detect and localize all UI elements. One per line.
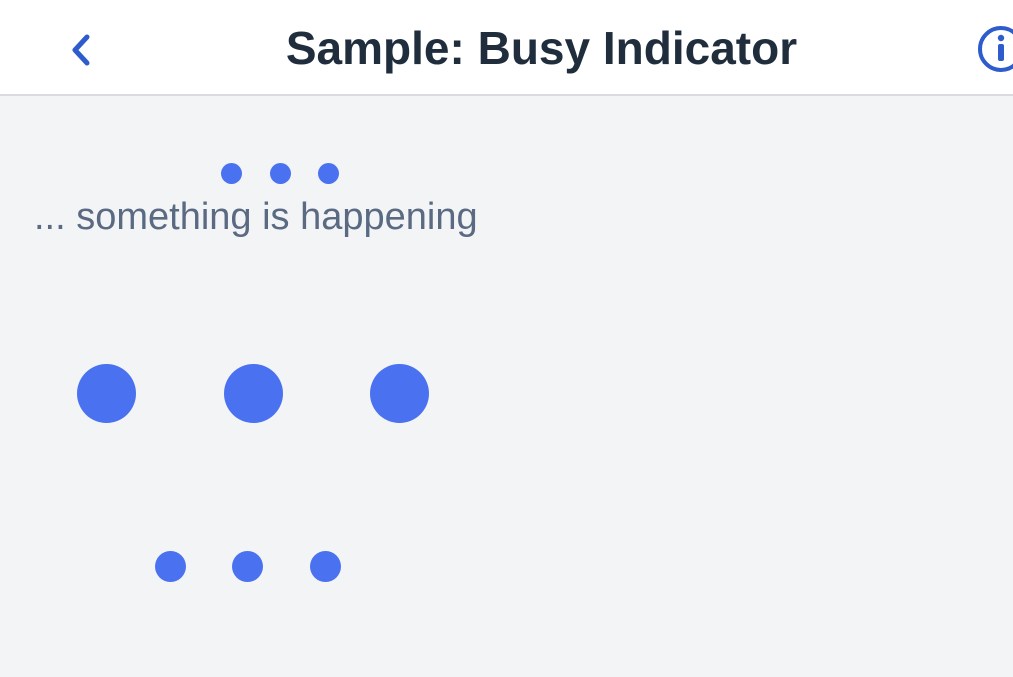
info-button[interactable]: [976, 24, 1013, 74]
page-title: Sample: Busy Indicator: [285, 22, 798, 74]
busy-dot: [318, 163, 339, 184]
busy-indicator-text: ... something is happening: [34, 196, 478, 238]
busy-dot: [232, 551, 263, 582]
busy-dot: [270, 163, 291, 184]
busy-dot: [221, 163, 242, 184]
back-button[interactable]: [56, 24, 108, 76]
busy-dot: [77, 364, 136, 423]
chevron-left-icon: [72, 34, 90, 66]
busy-dot: [310, 551, 341, 582]
header-bar: Sample: Busy Indicator: [0, 0, 1013, 96]
busy-dot: [155, 551, 186, 582]
busy-dot: [224, 364, 283, 423]
content-area: ... something is happening: [0, 96, 1013, 677]
busy-dot: [370, 364, 429, 423]
info-icon: [978, 26, 1013, 72]
